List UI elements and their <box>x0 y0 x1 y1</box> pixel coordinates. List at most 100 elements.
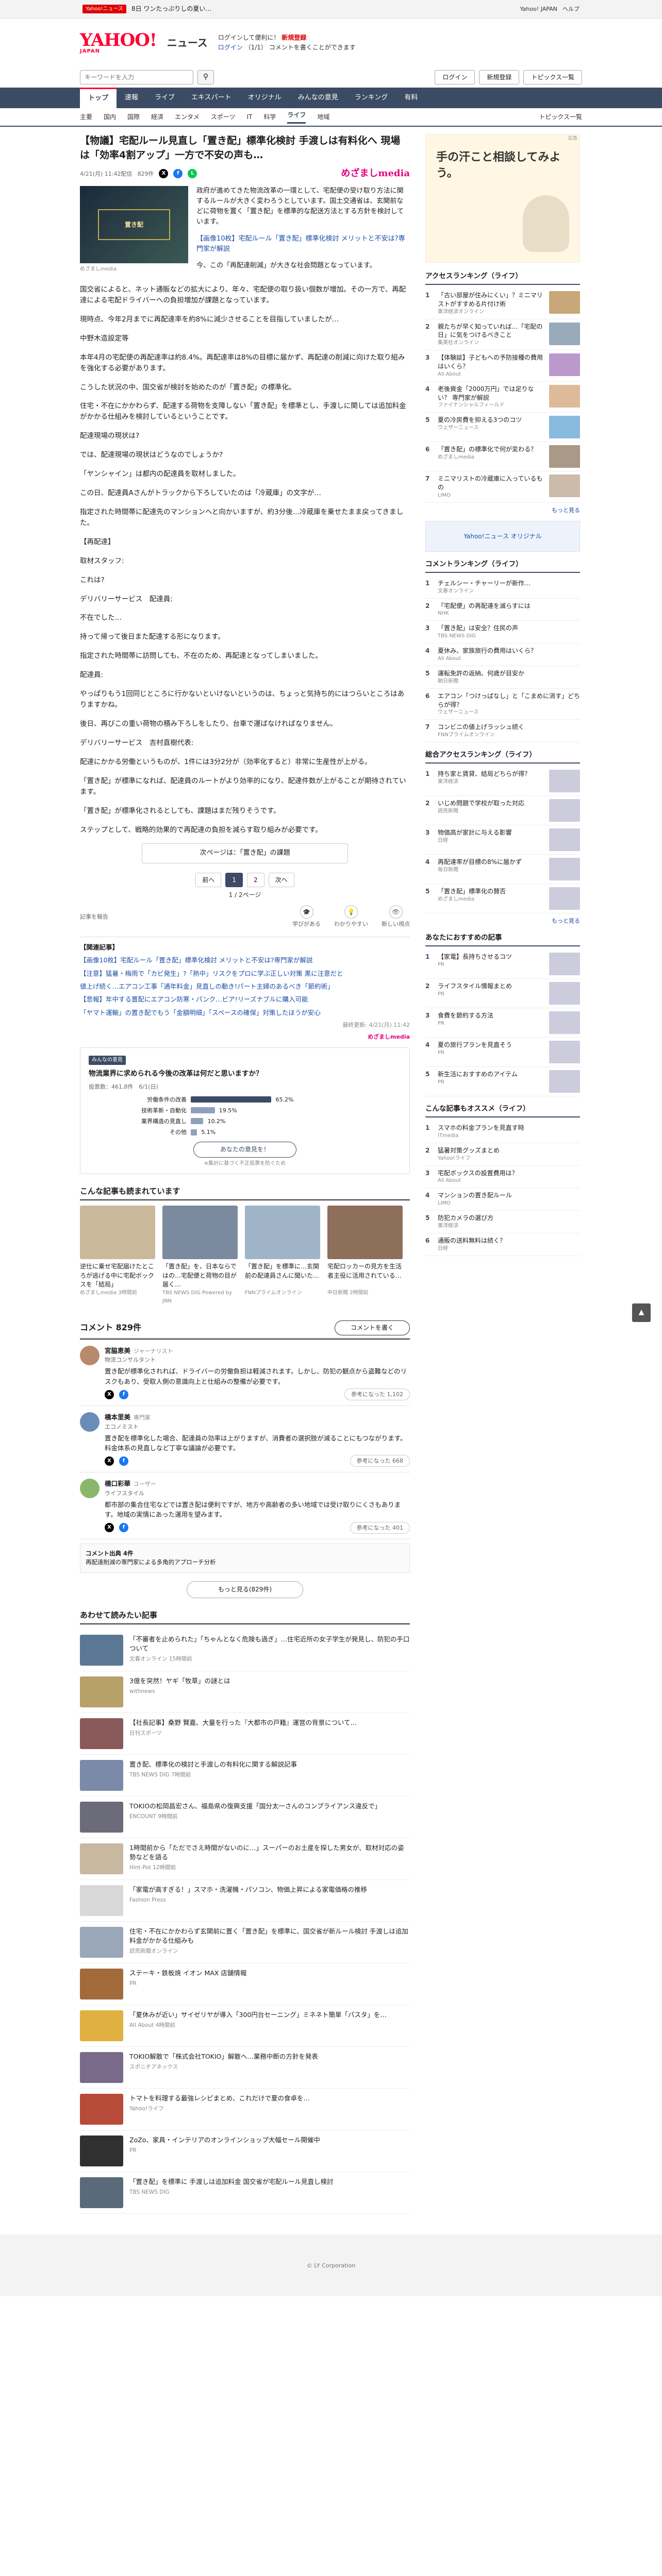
ranking-item[interactable]: 5 運転免許の返納、何歳が目安か 朝日新聞 <box>425 666 580 689</box>
commenter-name[interactable]: 宮脇恵美 ジャーナリスト <box>105 1346 410 1355</box>
ranking-item[interactable]: 1 持ち家と賃貸、結局どちらが得？ 東洋経済 <box>425 767 580 796</box>
related-link[interactable]: 「ヤマト運輸」の置き配でもう「金額明細」「スペースの確保」対策したほうが安心 <box>80 1009 321 1016</box>
sidebar-ad[interactable]: 広告 手の汗こと相談してみよう。 <box>425 134 580 263</box>
ranking-item[interactable]: 5 新生活におすすめのアイテム PR <box>425 1067 580 1097</box>
topics-list-link[interactable]: トピックス一覧 <box>539 112 582 122</box>
source-logo[interactable]: めざましmedia <box>341 166 410 181</box>
ranking-item[interactable]: 7 コンビニの値上げラッシュ続く FNNプライムオンライン <box>425 720 580 743</box>
poll-vote-button[interactable]: あなたの意見を！ <box>193 1142 296 1158</box>
nav-original[interactable]: オリジナル <box>240 88 290 108</box>
read-also-item[interactable]: ステーキ・鉄板焼 イオン MAX 店舗情報 PR <box>80 1963 410 2006</box>
comment-count[interactable]: 829件 <box>137 170 154 178</box>
ranking-item[interactable]: 6 エアコン「つけっぱなし」と「こまめに消す」どちらが得？ ウェザーニュース <box>425 689 580 720</box>
ranking-item[interactable]: 2 ライフスタイル情報まとめ PR <box>425 979 580 1009</box>
ranking-item[interactable]: 2 猛暑対策グッズまとめ Yahoo!ライフ <box>425 1143 580 1166</box>
read-also-item[interactable]: 置き配、標準化の検討と手渡しの有料化に関する解説記事 TBS NEWS DIG 7… <box>80 1755 410 1797</box>
nav-top[interactable]: トップ <box>80 88 117 108</box>
ranking-item[interactable]: 5 防犯カメラの選び方 東洋経済 <box>425 1211 580 1234</box>
read-also-item[interactable]: TOKIO解散で「株式会社TOKIO」解散へ…業務中断の方針を発表 スポニチアネッ… <box>80 2047 410 2089</box>
read-also-item[interactable]: 「置き配」を標準に 手渡しは追加料金 国交省が宅配ルール見直し検討 TBS NEW… <box>80 2172 410 2214</box>
cat-science[interactable]: 科学 <box>263 112 276 122</box>
page-2[interactable]: 2 <box>247 872 264 888</box>
report-link[interactable]: 記事を報告 <box>80 912 108 921</box>
nav-breaking[interactable]: 速報 <box>117 88 146 108</box>
nav-expert[interactable]: エキスパート <box>183 88 240 108</box>
article-card[interactable]: 「置き配」を、日本ならではの…宅配便と荷物の目が届く… TBS NEWS DIG … <box>162 1206 238 1305</box>
line-share-icon[interactable]: L <box>188 169 197 179</box>
ranking-item[interactable]: 2 いじめ問題で学校が取った対応 読売新聞 <box>425 796 580 826</box>
avatar[interactable] <box>80 1412 100 1432</box>
read-also-item[interactable]: ZoZo、家具・インテリアのオンラインショップ大幅セール開催中 PR <box>80 2130 410 2173</box>
ranking-item[interactable]: 6 通販の送料無料は続く？ 日経 <box>425 1233 580 1256</box>
ranking-item[interactable]: 2 親たちが早く知っていれば…「宅配の日」に気をつけるべきこと 集英社オンライン <box>425 319 580 351</box>
read-also-item[interactable]: TOKIOの松岡昌宏さん、福島県の復興支援「国分太一さんのコンプライアンス違反で… <box>80 1797 410 1839</box>
related-link[interactable]: 【注意】猛暑・梅雨で「カビ発生」?「熱中」リスクをプロに学ぶ正しい対策 黒に注意… <box>80 970 343 977</box>
related-link[interactable]: 値上げ続く…エアコン工事「通年料金」見直しの動き!パート主婦のあるべき「節約術」 <box>80 982 334 990</box>
topbar-link-yahoo[interactable]: Yahoo! JAPAN <box>520 5 557 13</box>
search-input[interactable] <box>80 70 193 84</box>
ranking-item[interactable]: 1 「古い部屋が住みにくい」？ミニマリストがすすめる片付け術 東洋経済オンライン <box>425 288 580 319</box>
nav-opinions[interactable]: みんなの意見 <box>290 88 346 108</box>
article-card[interactable]: 「置き配」を標準に…玄関前の配達員さんに聞いた… FNNプライムオンライン <box>245 1206 320 1305</box>
reaction-clear[interactable]: 💡 わかりやすい <box>334 905 368 928</box>
topbar-notice[interactable]: 8日 ワンたっぷりしの夏い… <box>131 4 211 14</box>
ranking-item[interactable]: 1 チェルシー・チャーリーが新作… 文春オンライン <box>425 576 580 599</box>
ranking-item[interactable]: 4 夏休み、家族旅行の費用はいくら？ All About <box>425 643 580 667</box>
x-share-icon[interactable]: X <box>105 1456 114 1466</box>
signup-link[interactable]: 新規登録 <box>282 34 306 41</box>
cat-sports[interactable]: スポーツ <box>211 112 236 122</box>
back-to-top-button[interactable]: ▲ <box>632 1303 651 1322</box>
yahoo-news-logo[interactable]: YAHOO! JAPAN <box>80 31 157 54</box>
read-also-item[interactable]: 「不審者を止められた」「ちゃんとなく危険も過ぎ」…住宅近所の女子学生が発見し、防… <box>80 1630 410 1672</box>
cat-world[interactable]: 国際 <box>127 112 140 122</box>
read-also-item[interactable]: 3億を突然！ヤギ「牧草」の謎とは withnews <box>80 1671 410 1714</box>
ranking-item[interactable]: 2 「宅配便」の再配達を減らすには NHK <box>425 599 580 621</box>
ranking-item[interactable]: 5 「置き配」標準化の賛否 めざましmedia <box>425 884 580 914</box>
login-button[interactable]: ログイン <box>435 70 475 84</box>
x-share-icon[interactable]: X <box>105 1389 114 1399</box>
ranking-more-link[interactable]: もっと見る <box>552 918 580 924</box>
compact-text[interactable]: 再配達削減の専門家による多角的アプローチ分析 <box>86 1558 404 1567</box>
ranking-item[interactable]: 4 マンションの置き配ルール LIMO <box>425 1188 580 1211</box>
related-link[interactable]: 【画像10枚】宅配ルール「置き配」標準化検討 メリットと不安は?専門家が解説 <box>80 956 313 964</box>
ranking-item[interactable]: 1 スマホの料金プランを見直す時 ITmedia <box>425 1121 580 1143</box>
register-button[interactable]: 新規登録 <box>479 70 520 84</box>
helpful-button[interactable]: 参考になった 668 <box>350 1455 410 1467</box>
ranking-item[interactable]: 3 食費を節約する方法 PR <box>425 1008 580 1038</box>
helpful-button[interactable]: 参考になった 401 <box>350 1521 410 1534</box>
commenter-name[interactable]: 橋口彩華 ユーザー <box>105 1479 410 1488</box>
ranking-item[interactable]: 3 物価高が家計に与える影響 日経 <box>425 825 580 855</box>
read-also-item[interactable]: 住宅・不在にかかわらず玄関前に置く「置き配」を標準に、国交省が新ルール検討 手渡… <box>80 1922 410 1964</box>
ranking-item[interactable]: 4 老後資金「2000万円」では足りない？ 専門家が解説 ファイナンシャルフィールド <box>425 382 580 413</box>
ranking-item[interactable]: 3 【体験談】子どもへの予防接種の費用はいくら？ All About <box>425 350 580 382</box>
avatar[interactable] <box>80 1479 100 1499</box>
cat-domestic[interactable]: 国内 <box>104 112 116 122</box>
prev-page-button[interactable]: 前へ <box>195 872 222 888</box>
commenter-name[interactable]: 橋本里美 専門家 <box>105 1412 410 1422</box>
login-link[interactable]: ログイン <box>218 44 243 51</box>
x-share-icon[interactable]: X <box>159 169 169 179</box>
next-page-link[interactable]: 次ページは：「置き配」の課題 <box>142 843 348 863</box>
topbar-link-help[interactable]: ヘルプ <box>562 5 580 13</box>
ranking-item[interactable]: 1 【家電】長持ちさせるコツ PR <box>425 950 580 979</box>
ranking-item[interactable]: 3 宅配ボックスの設置費用は？ All About <box>425 1166 580 1189</box>
nav-paid[interactable]: 有料 <box>396 88 426 108</box>
read-also-item[interactable]: 1時間前から「ただでさえ時間がないのに…」スーパーのお土産を探した男女が、取材対… <box>80 1838 410 1880</box>
reaction-new-view[interactable]: 👁 新しい視点 <box>382 905 410 928</box>
helpful-button[interactable]: 参考になった 1,102 <box>344 1388 410 1401</box>
ranking-item[interactable]: 4 夏の旅行プランを見直そう PR <box>425 1038 580 1067</box>
next-page-button[interactable]: 次へ <box>268 872 294 888</box>
ranking-item[interactable]: 3 「置き配」は安全？住民の声 TBS NEWS DIG <box>425 621 580 644</box>
access-more-link[interactable]: もっと見る <box>552 507 580 514</box>
read-also-item[interactable]: 「夏休みが近い」サイゼリヤが導入「300円台セーニング」ミネネト簡単「パスタ」を… <box>80 2005 410 2047</box>
cat-entertainment[interactable]: エンタメ <box>175 112 200 122</box>
page-1[interactable]: 1 <box>225 872 243 888</box>
x-share-icon[interactable]: X <box>105 1523 114 1533</box>
ranking-item[interactable]: 6 「置き配」の標準化で何が変わる？ めざましmedia <box>425 442 580 472</box>
read-also-item[interactable]: 【社長記事】桑野 賢嘉、大量を行った『大都市の戸籍』運営の背景について… 日刊スポ… <box>80 1713 410 1755</box>
facebook-share-icon[interactable]: f <box>173 169 183 179</box>
service-badge[interactable]: Yahoo!ニュース <box>82 4 126 14</box>
facebook-share-icon[interactable]: f <box>119 1456 128 1466</box>
cat-life[interactable]: ライフ <box>287 110 306 124</box>
article-card[interactable]: 逆仕に乗せ宅配届けたところが逃げる中に宅配ボックスを「結局」 めざましmedia … <box>80 1206 155 1305</box>
